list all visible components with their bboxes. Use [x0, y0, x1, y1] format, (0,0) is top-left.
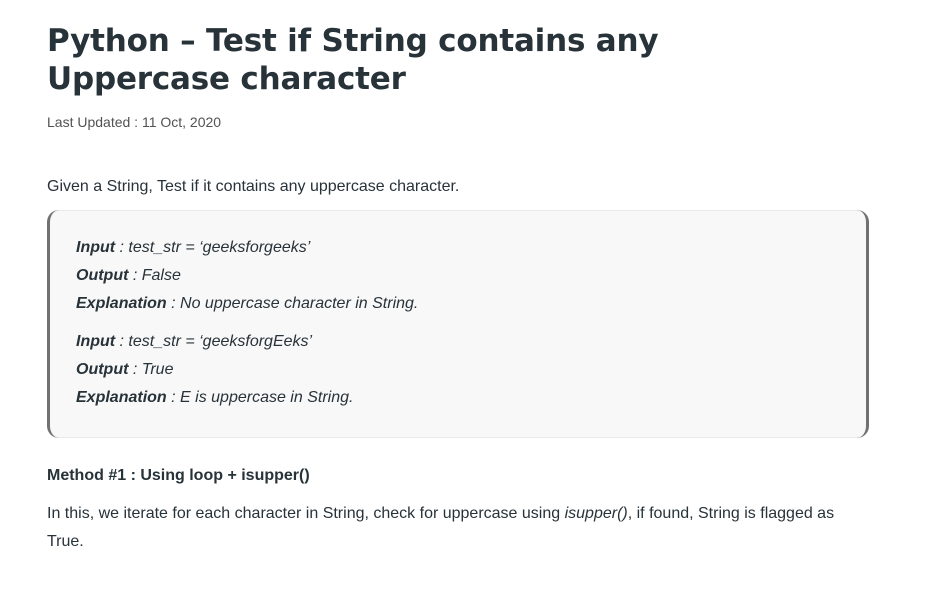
input-value: : test_str = ‘geeksforgEeks’ [115, 333, 313, 350]
input-value: : test_str = ‘geeksforgeeks’ [115, 239, 311, 256]
output-label: Output [76, 361, 129, 378]
output-label: Output [76, 267, 129, 284]
example-input: Input : test_str = ‘geeksforgEeks’ [76, 328, 840, 356]
output-value: : True [128, 361, 174, 378]
example-block: Input : test_str = ‘geeksforgEeks’ Outpu… [76, 328, 840, 412]
input-label: Input [76, 333, 116, 350]
explanation-value: : E is uppercase in String. [166, 389, 354, 406]
explanation-value: : No uppercase character in String. [166, 295, 419, 312]
example-input: Input : test_str = ‘geeksforgeeks’ [76, 234, 840, 262]
method-heading: Method #1 : Using loop + isupper() [47, 467, 310, 484]
method-text-start: In this, we iterate for each character i… [47, 505, 565, 522]
intro-text: Given a String, Test if it contains any … [47, 178, 460, 195]
example-block: Input : test_str = ‘geeksforgeeks’ Outpu… [76, 234, 840, 318]
output-value: : False [128, 267, 181, 284]
explanation-label: Explanation [76, 389, 167, 406]
input-label: Input [76, 239, 116, 256]
example-output: Output : False [76, 262, 840, 290]
method-description: In this, we iterate for each character i… [47, 500, 837, 556]
example-explanation: Explanation : No uppercase character in … [76, 290, 840, 318]
example-output: Output : True [76, 356, 840, 384]
article-title: Python – Test if String contains any Upp… [47, 23, 659, 97]
last-updated: Last Updated : 11 Oct, 2020 [47, 112, 869, 132]
last-updated-date: 11 Oct, 2020 [141, 114, 222, 130]
explanation-label: Explanation [76, 295, 167, 312]
article: Python – Test if String contains any Upp… [47, 22, 869, 556]
example-box: Input : test_str = ‘geeksforgeeks’ Outpu… [47, 210, 869, 438]
inline-code: isupper() [564, 505, 628, 522]
example-explanation: Explanation : E is uppercase in String. [76, 384, 840, 412]
last-updated-label: Last Updated : [47, 114, 142, 130]
